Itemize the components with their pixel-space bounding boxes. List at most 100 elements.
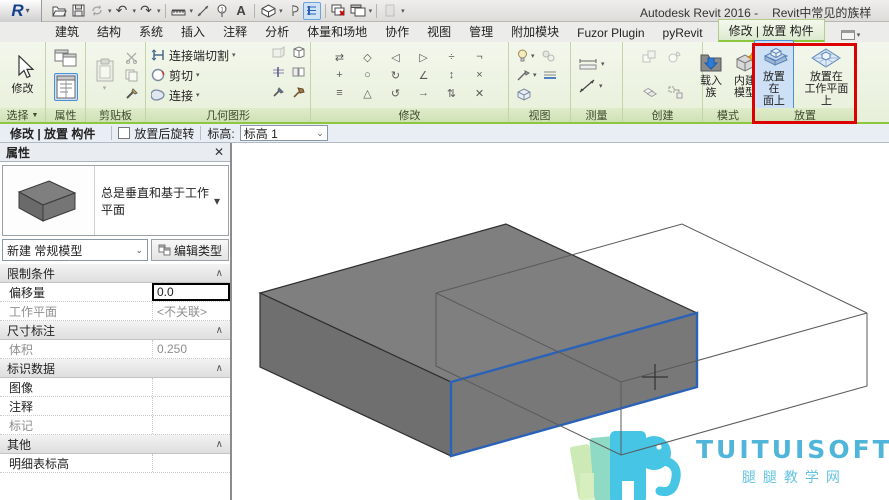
tab-systems[interactable]: 系统: [130, 20, 172, 42]
place-on-face-button[interactable]: 放置在面上: [754, 40, 794, 110]
guide-lines-icon[interactable]: [543, 70, 557, 80]
match-type-icon[interactable]: [124, 86, 140, 101]
render-icon[interactable]: [542, 50, 555, 62]
tab-analyze[interactable]: 分析: [256, 20, 298, 42]
create-assembly-icon[interactable]: [668, 85, 684, 100]
chevron-down-icon[interactable]: ▾: [133, 7, 137, 15]
properties-palette-icon[interactable]: [54, 73, 78, 101]
open-icon[interactable]: [50, 2, 68, 20]
workset-icon[interactable]: [381, 2, 399, 20]
close-hidden-windows-icon[interactable]: [330, 2, 348, 20]
cope-button[interactable]: 连接端切割 ▾: [151, 45, 236, 65]
collapse-icon[interactable]: ∧: [216, 439, 223, 450]
properties-header[interactable]: 属性 ✕: [0, 143, 230, 162]
copy-icon[interactable]: [124, 68, 140, 83]
default-3d-view-icon[interactable]: [259, 2, 277, 20]
redo-icon[interactable]: ↷: [137, 2, 155, 20]
pin-icon[interactable]: ¬: [472, 50, 488, 65]
align-icon[interactable]: ⇄: [332, 50, 348, 65]
panel-label-placement[interactable]: 放置: [754, 108, 856, 122]
load-family-button[interactable]: 载入族: [696, 49, 726, 101]
tab-annotate[interactable]: 注释: [214, 20, 256, 42]
cut-geometry-button[interactable]: 剪切 ▾: [151, 65, 200, 85]
section-dimensions[interactable]: 尺寸标注∧: [0, 321, 230, 340]
trim-corner-icon[interactable]: ∠: [416, 68, 432, 83]
beam-joins-icon[interactable]: [270, 64, 286, 79]
image-value-input[interactable]: [152, 378, 230, 396]
tab-fuzor-plugin[interactable]: Fuzor Plugin: [568, 23, 653, 42]
panel-label-clipboard[interactable]: 剪贴板: [86, 108, 145, 122]
family-types-icon[interactable]: [54, 49, 78, 70]
chevron-down-icon[interactable]: ▾: [108, 7, 112, 15]
measure-icon[interactable]: [170, 2, 188, 20]
create-similar-icon[interactable]: [668, 50, 684, 65]
move-icon[interactable]: +: [332, 68, 348, 83]
section-icon[interactable]: [284, 2, 302, 20]
place-on-work-plane-button[interactable]: 放置在工作平面上: [797, 41, 856, 109]
panel-label-measure[interactable]: 测量: [571, 108, 622, 122]
offset-icon[interactable]: ◇: [360, 50, 376, 65]
level-select[interactable]: 标高 1 ⌄: [240, 125, 328, 141]
trim-single-icon[interactable]: ↕: [444, 68, 460, 83]
panel-label-properties[interactable]: 属性: [46, 108, 85, 122]
scale-icon[interactable]: △: [360, 86, 376, 101]
panel-label-view[interactable]: 视图: [509, 108, 570, 122]
trim-multiple-icon[interactable]: ↺: [388, 86, 404, 101]
measure-ruler-button[interactable]: ▾: [578, 57, 605, 71]
panel-label-geometry[interactable]: 几何图形: [146, 108, 310, 122]
solid-box[interactable]: [260, 224, 697, 456]
undo-icon[interactable]: ↶: [113, 2, 131, 20]
section-constraints[interactable]: 限制条件∧: [0, 264, 230, 283]
cut-icon[interactable]: [124, 50, 140, 65]
chevron-down-icon[interactable]: ▾: [190, 7, 194, 15]
paint-icon[interactable]: [270, 84, 286, 99]
text-icon[interactable]: A: [232, 2, 250, 20]
tab-manage[interactable]: 管理: [460, 20, 502, 42]
ribbon-display-toggle[interactable]: ▾: [841, 30, 861, 40]
schedule-level-value-input[interactable]: [152, 454, 230, 472]
collapse-icon[interactable]: ∧: [216, 268, 223, 279]
copy-element-icon[interactable]: ○: [360, 68, 376, 83]
collapse-icon[interactable]: ∧: [216, 363, 223, 374]
chevron-down-icon[interactable]: ▾: [369, 7, 373, 15]
rotate-after-placement-checkbox[interactable]: [118, 127, 130, 139]
mirror-pick-axis-icon[interactable]: ◁: [388, 50, 404, 65]
unpin-icon[interactable]: ×: [472, 68, 488, 83]
join-geometry-button[interactable]: 连接 ▾: [151, 85, 200, 105]
apply-coping-icon[interactable]: [270, 44, 286, 59]
paste-button[interactable]: ▾: [92, 56, 118, 94]
panel-label-modify[interactable]: 修改: [311, 108, 508, 122]
panel-label-mode[interactable]: 模式: [703, 108, 753, 122]
instance-filter-select[interactable]: 新建 常规模型 ⌄: [2, 239, 148, 261]
thin-lines-icon[interactable]: [303, 2, 321, 20]
unjoin-icon[interactable]: [290, 64, 306, 79]
sync-icon[interactable]: [88, 2, 106, 20]
tab-structure[interactable]: 结构: [88, 20, 130, 42]
section-other[interactable]: 其他∧: [0, 435, 230, 454]
selection-box-button[interactable]: [517, 86, 531, 102]
drawing-area[interactable]: TUITUISOFT 腿腿教学网: [232, 143, 889, 500]
split-gap-icon[interactable]: ⇅: [444, 86, 460, 101]
type-selector[interactable]: 总是垂直和基于工作平面 ▾: [2, 165, 229, 236]
chevron-down-icon[interactable]: ▾: [279, 7, 283, 15]
save-icon[interactable]: [69, 2, 87, 20]
tab-pyrevit[interactable]: pyRevit: [654, 23, 712, 42]
tab-addins[interactable]: 附加模块: [502, 20, 568, 42]
extend-icon[interactable]: →: [416, 86, 432, 101]
offset-value-input[interactable]: 0.0: [152, 283, 230, 301]
chevron-down-icon[interactable]: ▾: [157, 7, 161, 15]
wall-joins-icon[interactable]: [290, 44, 306, 59]
mirror-draw-axis-icon[interactable]: ▷: [416, 50, 432, 65]
panel-label-select[interactable]: 选择▼: [0, 108, 45, 122]
tab-massing-site[interactable]: 体量和场地: [298, 20, 376, 42]
array-icon[interactable]: ≡: [332, 86, 348, 101]
aligned-dimension-button[interactable]: ▾: [578, 79, 603, 93]
tab-view[interactable]: 视图: [418, 20, 460, 42]
split-element-icon[interactable]: ÷: [444, 50, 460, 65]
tab-collaborate[interactable]: 协作: [376, 20, 418, 42]
aligned-dimension-icon[interactable]: [194, 2, 212, 20]
edit-type-button[interactable]: 编辑类型: [151, 239, 229, 261]
app-menu-button[interactable]: R ▾: [0, 0, 42, 22]
modify-button[interactable]: 修改: [9, 53, 37, 97]
hidden-elements-button[interactable]: ▾: [517, 48, 555, 64]
